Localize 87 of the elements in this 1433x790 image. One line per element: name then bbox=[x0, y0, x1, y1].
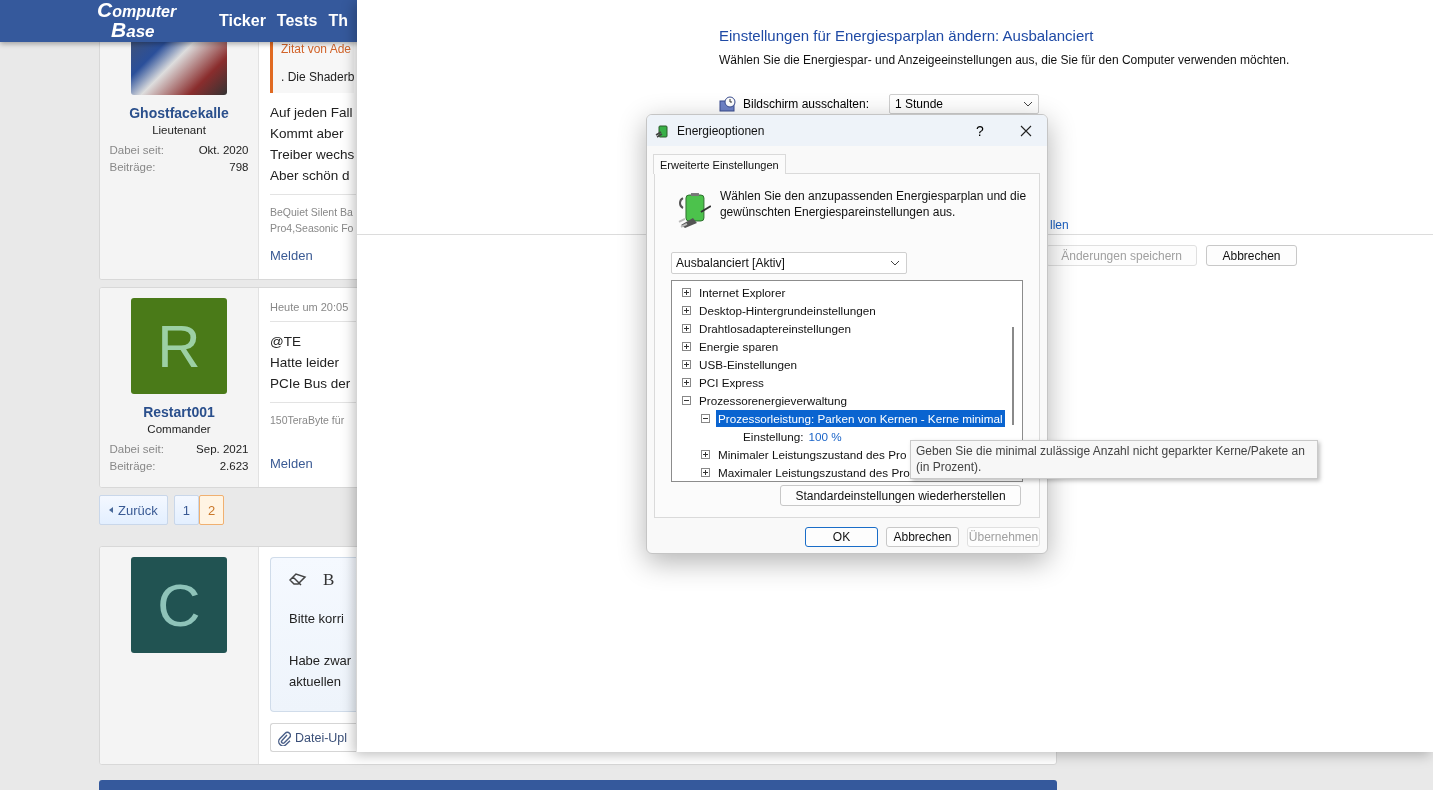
username-link[interactable]: Ghostfacekalle bbox=[129, 105, 229, 121]
page-button[interactable]: 1 bbox=[173, 495, 199, 525]
post-text: Treiber wechs bbox=[270, 146, 355, 164]
caret-icon bbox=[109, 507, 113, 513]
tree-item[interactable]: Prozessorleistung: Parken von Kernen - Kerne minimal bbox=[716, 409, 1005, 427]
post-text: Kommt aber bbox=[270, 125, 344, 143]
expander-icon[interactable] bbox=[682, 395, 691, 405]
expander-icon[interactable] bbox=[682, 341, 691, 351]
plan-dropdown[interactable]: Ausbalanciert [Aktiv] bbox=[671, 252, 907, 274]
page-title: Einstellungen für Energiesparplan ändern: Ausbalanciert bbox=[719, 27, 1095, 44]
post-text: PCIe Bus der bbox=[270, 375, 351, 393]
tooltip: Geben Sie die minimal zulässige Anzahl nicht geparkter Kerne/Pakete an (in Prozent). bbox=[910, 440, 1318, 479]
signature-text: BeQuiet Silent Ba bbox=[270, 205, 353, 220]
post-text: @TE bbox=[270, 333, 301, 351]
close-icon bbox=[1020, 124, 1032, 137]
dialog-description: Wählen Sie den anzupassenden Energiesparplan und die gewünschten Energiespareinstellungen aus. bbox=[719, 188, 1028, 220]
user-rank: Commander bbox=[147, 423, 211, 435]
expander-icon[interactable] bbox=[701, 413, 710, 423]
help-button[interactable]: ? bbox=[959, 115, 1001, 146]
window-button[interactable]: Abbrechen bbox=[1206, 245, 1297, 266]
dialog-title: Energieoptionen bbox=[677, 123, 766, 138]
post-text: Auf jeden Fall bbox=[270, 104, 353, 122]
setting-dropdown[interactable]: 1 Stunde bbox=[889, 94, 1039, 114]
back-button[interactable]: Zurück bbox=[99, 495, 168, 525]
quote-text: . Die Shaderb bbox=[281, 70, 355, 84]
dialog-button[interactable]: Abbrechen bbox=[886, 527, 959, 547]
avatar: R bbox=[131, 298, 227, 394]
battery-plug-icon bbox=[655, 122, 671, 139]
post-text: Aber schön d bbox=[270, 167, 350, 185]
stat-label: Dabei seit: bbox=[109, 442, 164, 457]
setting-label: Bildschirm ausschalten: bbox=[743, 97, 871, 111]
avatar: C bbox=[131, 557, 227, 653]
dialog-button[interactable]: OK bbox=[805, 527, 878, 547]
setting-value[interactable]: 100 % bbox=[808, 429, 842, 443]
eraser-icon[interactable] bbox=[289, 573, 307, 587]
tree-item[interactable]: Internet Explorer bbox=[697, 283, 788, 301]
scrollbar[interactable] bbox=[1012, 327, 1014, 425]
paperclip-icon bbox=[277, 729, 291, 746]
setting-label: Einstellung: bbox=[742, 428, 805, 445]
expander-icon[interactable] bbox=[682, 287, 691, 297]
user-rank: Lieutenant bbox=[152, 124, 206, 136]
tree-item[interactable]: PCI Express bbox=[697, 373, 766, 391]
username-link[interactable]: Restart001 bbox=[143, 404, 215, 420]
expander-icon[interactable] bbox=[682, 377, 691, 387]
expander-icon[interactable] bbox=[701, 467, 710, 477]
tree-item[interactable]: Minimaler Leistungszustand des Pro bbox=[716, 445, 909, 463]
chevron-down-icon bbox=[890, 260, 900, 266]
bold-button[interactable]: B bbox=[323, 570, 335, 590]
expander-icon[interactable] bbox=[682, 359, 691, 369]
quote-source: Zitat von Ade bbox=[281, 42, 352, 56]
stat-label: Beiträge: bbox=[109, 160, 156, 175]
tree-item[interactable]: Prozessorenergieverwaltung bbox=[697, 391, 850, 409]
upload-button[interactable]: Datei-Upl bbox=[270, 723, 356, 752]
tree-item[interactable]: Drahtlosadaptereinstellungen bbox=[697, 319, 854, 337]
signature-text: 150TeraByte für bbox=[270, 413, 345, 428]
nav-link[interactable]: Ticker bbox=[219, 12, 266, 30]
settings-link[interactable]: llen bbox=[1050, 218, 1080, 232]
expander-icon[interactable] bbox=[682, 305, 691, 315]
tab[interactable]: Erweiterte Einstellungen bbox=[653, 154, 786, 174]
stat-value: 2.623 bbox=[219, 459, 249, 474]
post-time: Heute um 20:05 bbox=[270, 288, 356, 322]
battery-plug-icon bbox=[677, 192, 711, 228]
monitor-clock-icon bbox=[719, 96, 737, 112]
tree-item[interactable]: USB-Einstellungen bbox=[697, 355, 800, 373]
editor-text: Bitte korri bbox=[289, 610, 345, 628]
report-link[interactable]: Melden bbox=[270, 248, 313, 263]
signature-text: Pro4,Seasonic Fo bbox=[270, 221, 354, 236]
expander-icon[interactable] bbox=[701, 449, 710, 459]
tree-item[interactable]: Desktop-Hintergrundeinstellungen bbox=[697, 301, 878, 319]
site-logo[interactable]: Computer Base bbox=[97, 0, 201, 42]
tree-item[interactable]: Energie sparen bbox=[697, 337, 781, 355]
report-link[interactable]: Melden bbox=[270, 456, 313, 471]
stat-value: 798 bbox=[229, 160, 249, 175]
editor-field[interactable]: B Bitte korri Habe zwar aktuellen bbox=[270, 557, 356, 712]
chevron-down-icon bbox=[1023, 101, 1033, 107]
stat-value: Okt. 2020 bbox=[198, 143, 249, 158]
stat-value: Sep. 2021 bbox=[196, 442, 249, 457]
page-subtitle: Wählen Sie die Energiespar- und Anzeigeeinstellungen aus, die Sie für den Computer verwenden möchten. bbox=[719, 53, 1291, 67]
restore-defaults-button[interactable]: Standardeinstellungen wiederherstellen bbox=[780, 485, 1021, 506]
stat-label: Dabei seit: bbox=[109, 143, 164, 158]
editor-text: Habe zwar aktuellen bbox=[289, 652, 353, 691]
stat-label: Beiträge: bbox=[109, 459, 156, 474]
nav-link[interactable]: Th bbox=[328, 12, 348, 30]
nav-link[interactable]: Tests bbox=[276, 12, 318, 30]
expander-icon[interactable] bbox=[682, 323, 691, 333]
post-text: Hatte leider bbox=[270, 354, 340, 372]
tree-item[interactable]: Maximaler Leistungszustand des Pro bbox=[716, 463, 912, 481]
